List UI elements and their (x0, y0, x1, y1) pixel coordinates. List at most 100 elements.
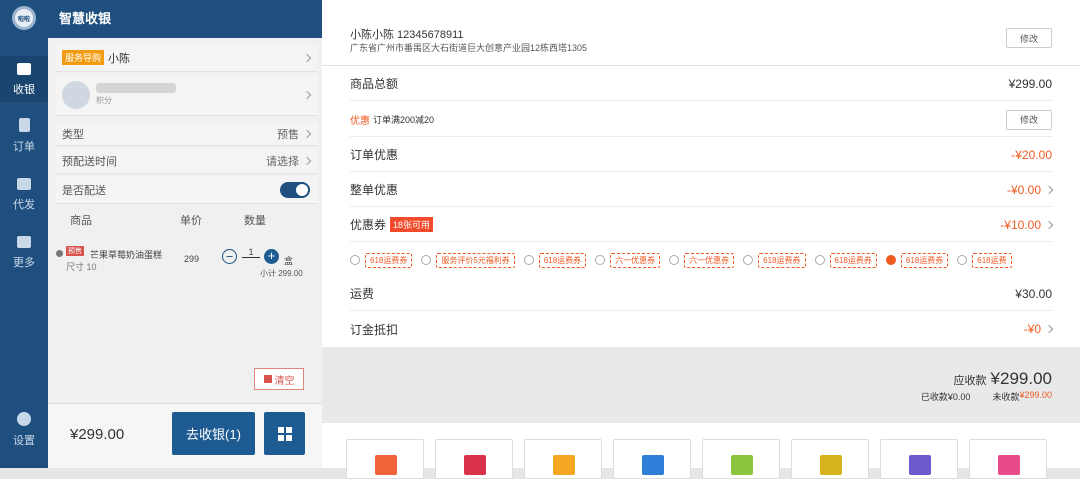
coupon-label: 618运费 (972, 252, 1012, 268)
coupon-label: 六一优惠券 (684, 252, 735, 268)
gear-icon (17, 412, 31, 426)
coupon-radio[interactable] (885, 255, 896, 265)
payment-method-tile[interactable] (791, 439, 869, 479)
due-label: 应收款 (953, 375, 987, 387)
nav-item-cashier[interactable]: 收银 (0, 56, 48, 102)
coupon-radio[interactable] (743, 255, 754, 265)
customer-address: 广东省广州市番禺区大石街道巨大创意产业园12栋西塔1305 (350, 43, 588, 53)
deposit-value: -¥0 (1023, 322, 1041, 336)
product-unit: 盒 (284, 256, 294, 266)
delivery-time-row[interactable]: 预配送时间 请选择 (56, 148, 318, 174)
coupon-radio[interactable] (350, 255, 360, 265)
coupon-item[interactable]: 618运费券 (885, 252, 949, 268)
nav-item-more[interactable]: 更多 (0, 236, 48, 270)
nav-item-orders[interactable]: 订单 (0, 118, 48, 154)
coupon-item[interactable]: 服务评价5元福利券 (421, 252, 515, 268)
whole-discount-row[interactable]: 整单优惠 -¥0.00 (350, 173, 1054, 207)
payment-method-tile[interactable] (702, 439, 780, 479)
checkout-button[interactable]: 去收银(1) (172, 412, 255, 455)
member-points: 积分 (96, 96, 112, 105)
type-row[interactable]: 类型 预售 (56, 122, 318, 146)
guide-row[interactable]: 服务导购 小陈 (56, 44, 318, 72)
customer-name-phone: 小陈小陈 12345678911 (350, 29, 464, 41)
coin-icon (820, 455, 842, 475)
unreceived-value: ¥299.00 (1019, 390, 1052, 400)
clear-button[interactable]: 清空 (254, 368, 304, 390)
coupon-item[interactable]: 六一优惠券 (669, 252, 735, 268)
payment-method-tile[interactable] (613, 439, 691, 479)
wallet-icon (375, 455, 397, 475)
chevron-right-icon (302, 90, 312, 99)
coupon-item[interactable]: 618运费券 (350, 252, 413, 268)
remove-icon[interactable] (56, 250, 63, 257)
coupon-radio[interactable] (421, 255, 432, 265)
monitor-icon (17, 63, 31, 75)
coupon-row[interactable]: 优惠券 18张可用 -¥10.00 (350, 208, 1054, 242)
nav-item-dispatch[interactable]: 代发 (0, 178, 48, 212)
goods-total-row: 商品总额 ¥299.00 (350, 67, 1052, 101)
pos-icon (909, 455, 931, 475)
payment-summary: 应收款 ¥299.00 已收款¥0.00 未收款 ¥299.00 (322, 347, 1080, 423)
discount-text: 订单满200减20 (373, 115, 435, 125)
avatar (62, 80, 90, 109)
member-name-blurred (96, 83, 176, 93)
coupon-item[interactable]: 618运费 (957, 252, 1012, 268)
chevron-right-icon (1044, 324, 1054, 334)
nav-item-settings[interactable]: 设置 (0, 412, 48, 448)
coupon-radio[interactable] (595, 255, 606, 265)
coupon-item[interactable]: 618运费券 (523, 252, 587, 268)
plus-button[interactable]: + (264, 249, 279, 264)
product-spec: 尺寸 10 (66, 262, 97, 272)
delivery-time-value: 请选择 (266, 155, 299, 168)
coupon-item[interactable]: 618运费券 (814, 252, 877, 268)
type-value: 预售 (277, 128, 299, 141)
grid-menu-button[interactable] (264, 412, 305, 455)
payment-method-tile[interactable] (969, 439, 1047, 479)
col-qty: 数量 (244, 215, 266, 227)
delivery-toggle[interactable] (280, 181, 310, 198)
card-icon (464, 455, 486, 475)
product-name: 芒果草莓奶油蛋糕 (90, 250, 163, 260)
order-discount-value: -¥20.00 (1011, 147, 1052, 162)
freight-row: 运费 ¥30.00 (350, 277, 1052, 311)
member-row[interactable]: 积分 (56, 74, 318, 116)
minus-button[interactable]: − (222, 249, 237, 264)
edit-address-button[interactable]: 修改 (1006, 28, 1052, 48)
coupon-label: 618运费券 (365, 252, 413, 268)
payment-method-tile[interactable] (880, 439, 958, 479)
apps-icon (17, 236, 31, 248)
payment-method-tile[interactable] (346, 439, 424, 479)
wechat-icon (731, 455, 753, 475)
qty-input[interactable]: 1 (242, 247, 260, 258)
discount-row: 优惠 订单满200减20 修改 (350, 103, 1052, 137)
unreceived-label: 未收款 (992, 392, 1020, 402)
coupon-item[interactable]: 六一优惠券 (595, 252, 661, 268)
payment-method-tile[interactable] (435, 439, 513, 479)
guide-name: 小陈 (108, 52, 131, 65)
payment-method-tile[interactable] (524, 439, 602, 479)
edit-discount-button[interactable]: 修改 (1006, 109, 1052, 130)
deposit-label: 订金抵扣 (350, 322, 399, 337)
coupon-label: 618运费券 (538, 252, 587, 268)
deposit-row[interactable]: 订金抵扣 -¥0 (350, 312, 1054, 346)
order-discount-label: 订单优惠 (350, 148, 399, 162)
table-row[interactable]: 预售 芒果草莓奶油蛋糕 尺寸 10 299 − 1 + 盒 小计 299.00 (56, 244, 318, 284)
delivery-time-label: 预配送时间 (62, 155, 117, 168)
coupon-radio[interactable] (957, 255, 968, 265)
cart-total: ¥299.00 (70, 426, 125, 443)
coupon-radio[interactable] (523, 255, 534, 265)
broom-icon (263, 375, 272, 383)
delivery-row: 是否配送 (56, 176, 318, 204)
col-product: 商品 (70, 215, 92, 227)
whole-discount-value: -¥0.00 (1006, 182, 1041, 197)
coupon-radio[interactable] (669, 255, 680, 265)
freight-label: 运费 (350, 287, 375, 301)
grid-person-icon (17, 178, 31, 190)
chevron-right-icon (1044, 220, 1054, 229)
freight-value: ¥30.00 (1015, 286, 1052, 301)
coupon-item[interactable]: 618运费券 (743, 252, 806, 268)
document-icon (18, 118, 30, 132)
col-price: 单价 (180, 215, 202, 227)
received-amount: 已收款¥0.00 (920, 392, 971, 402)
coupon-radio[interactable] (814, 255, 825, 265)
